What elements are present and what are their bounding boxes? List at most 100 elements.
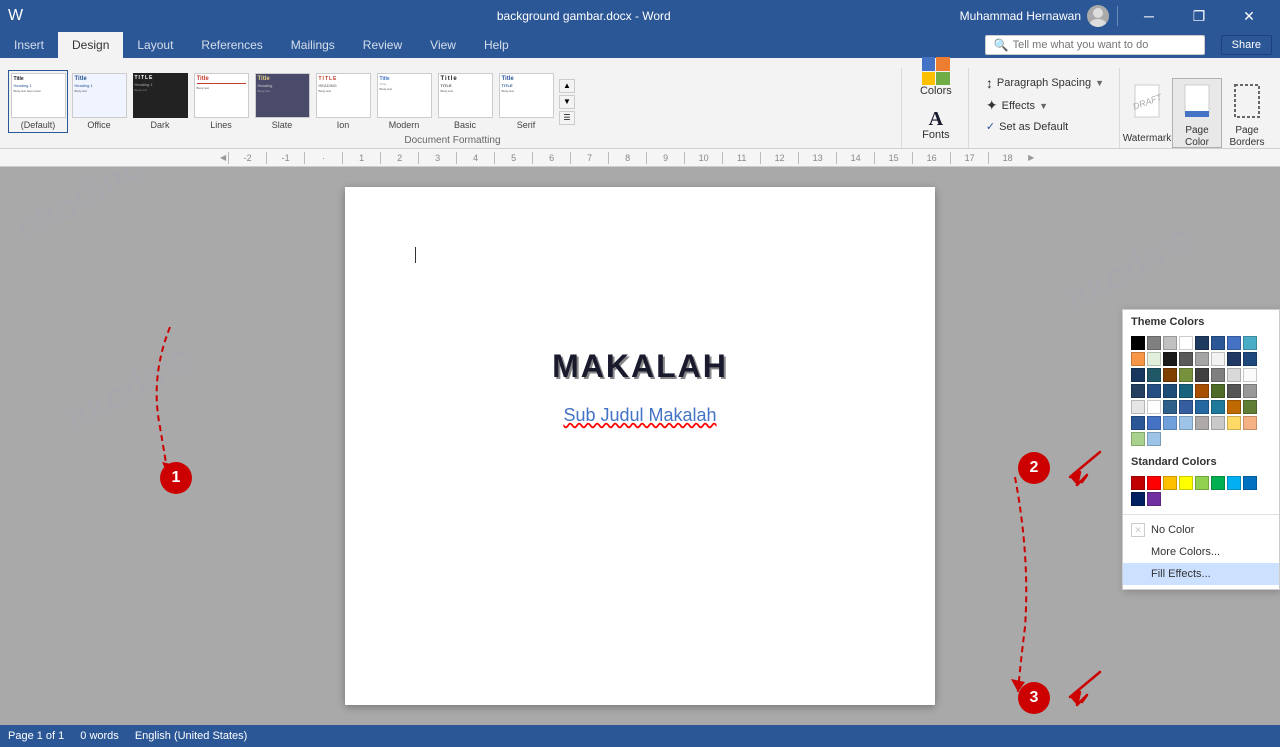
standard-color-cell-5[interactable] <box>1211 476 1225 490</box>
theme-color-cell-22[interactable] <box>1227 368 1241 382</box>
theme-color-cell-18[interactable] <box>1163 368 1177 382</box>
tab-design[interactable]: Design <box>58 32 123 58</box>
theme-item-7[interactable]: Title TITLE Body text Basic <box>435 70 495 133</box>
standard-color-cell-6[interactable] <box>1227 476 1241 490</box>
page-color-button[interactable]: Page Color <box>1172 78 1222 148</box>
tab-layout[interactable]: Layout <box>123 32 187 58</box>
search-box[interactable]: 🔍 <box>985 35 1205 55</box>
theme-item-6[interactable]: Title Tma Body text Modern <box>374 70 434 133</box>
theme-scroll-more[interactable]: ☰ <box>559 111 575 125</box>
theme-color-cell-16[interactable] <box>1131 368 1145 382</box>
colors-button[interactable]: Colors <box>912 52 960 102</box>
theme-color-cell-20[interactable] <box>1195 368 1209 382</box>
theme-color-cell-6[interactable] <box>1227 336 1241 350</box>
theme-color-cell-49[interactable] <box>1147 432 1161 446</box>
set-default-button[interactable]: ✓ Set as Default <box>979 117 1111 136</box>
theme-color-cell-13[interactable] <box>1211 352 1225 366</box>
theme-color-cell-14[interactable] <box>1227 352 1241 366</box>
effects-button[interactable]: ✦ Effects ▼ <box>979 94 1111 117</box>
theme-color-cell-25[interactable] <box>1147 384 1161 398</box>
minimize-button[interactable]: ─ <box>1126 0 1172 32</box>
theme-item-1[interactable]: Title Heading 1 Body text Office <box>69 70 129 133</box>
theme-color-cell-21[interactable] <box>1211 368 1225 382</box>
theme-color-cell-38[interactable] <box>1227 400 1241 414</box>
theme-color-cell-44[interactable] <box>1195 416 1209 430</box>
tab-references[interactable]: References <box>187 32 276 58</box>
fonts-button[interactable]: A Fonts <box>912 104 960 146</box>
theme-color-cell-15[interactable] <box>1243 352 1257 366</box>
watermark-button[interactable]: DRAFT Watermark <box>1122 78 1172 148</box>
standard-color-cell-3[interactable] <box>1179 476 1193 490</box>
theme-color-cell-5[interactable] <box>1211 336 1225 350</box>
standard-color-cell-7[interactable] <box>1243 476 1257 490</box>
theme-color-cell-40[interactable] <box>1131 416 1145 430</box>
theme-color-cell-12[interactable] <box>1195 352 1209 366</box>
search-input[interactable] <box>1013 39 1193 51</box>
theme-color-cell-32[interactable] <box>1131 400 1145 414</box>
theme-item-0[interactable]: Title Heading 1 Body text here lorem (De… <box>8 70 68 133</box>
avatar[interactable] <box>1087 5 1109 27</box>
theme-item-8[interactable]: Title TITLE Body text Serif <box>496 70 556 133</box>
theme-color-cell-27[interactable] <box>1179 384 1193 398</box>
theme-color-cell-4[interactable] <box>1195 336 1209 350</box>
theme-color-cell-7[interactable] <box>1243 336 1257 350</box>
theme-item-3[interactable]: Title Body text Lines <box>191 70 251 133</box>
page-borders-button[interactable]: Page Borders <box>1222 78 1272 148</box>
theme-color-cell-3[interactable] <box>1179 336 1193 350</box>
theme-color-cell-1[interactable] <box>1147 336 1161 350</box>
standard-color-cell-8[interactable] <box>1131 492 1145 506</box>
theme-color-cell-2[interactable] <box>1163 336 1177 350</box>
theme-color-cell-36[interactable] <box>1195 400 1209 414</box>
tab-mailings[interactable]: Mailings <box>277 32 349 58</box>
theme-color-cell-11[interactable] <box>1179 352 1193 366</box>
fill-effects-item[interactable]: Fill Effects... <box>1123 563 1279 585</box>
theme-item-2[interactable]: TITLE Heading 1 Body text Dark <box>130 70 190 133</box>
theme-color-cell-33[interactable] <box>1147 400 1161 414</box>
theme-item-4[interactable]: Title Heading Body text Slate <box>252 70 312 133</box>
theme-color-cell-34[interactable] <box>1163 400 1177 414</box>
theme-color-cell-45[interactable] <box>1211 416 1225 430</box>
theme-color-cell-30[interactable] <box>1227 384 1241 398</box>
theme-color-cell-24[interactable] <box>1131 384 1145 398</box>
standard-color-cell-1[interactable] <box>1147 476 1161 490</box>
theme-color-cell-48[interactable] <box>1131 432 1145 446</box>
tab-review[interactable]: Review <box>349 32 416 58</box>
theme-scroll-buttons[interactable]: ▲ ▼ ☰ <box>559 79 575 125</box>
no-color-item[interactable]: ✕ No Color <box>1123 519 1279 541</box>
theme-color-cell-17[interactable] <box>1147 368 1161 382</box>
standard-color-cell-4[interactable] <box>1195 476 1209 490</box>
theme-color-cell-47[interactable] <box>1243 416 1257 430</box>
theme-color-cell-23[interactable] <box>1243 368 1257 382</box>
theme-scroll-up[interactable]: ▲ <box>559 79 575 93</box>
theme-color-cell-46[interactable] <box>1227 416 1241 430</box>
tab-insert[interactable]: Insert <box>0 32 58 58</box>
document-page[interactable]: MAKALAH Sub Judul Makalah <box>345 187 935 705</box>
theme-color-cell-9[interactable] <box>1147 352 1161 366</box>
theme-color-cell-42[interactable] <box>1163 416 1177 430</box>
theme-color-cell-10[interactable] <box>1163 352 1177 366</box>
theme-color-cell-29[interactable] <box>1211 384 1225 398</box>
theme-color-cell-31[interactable] <box>1243 384 1257 398</box>
more-colors-item[interactable]: More Colors... <box>1123 541 1279 563</box>
theme-item-5[interactable]: TITLE HEADING Body text Ion <box>313 70 373 133</box>
theme-color-cell-41[interactable] <box>1147 416 1161 430</box>
theme-scroll-down[interactable]: ▼ <box>559 95 575 109</box>
theme-color-cell-8[interactable] <box>1131 352 1145 366</box>
theme-color-cell-26[interactable] <box>1163 384 1177 398</box>
paragraph-spacing-button[interactable]: ↕ Paragraph Spacing ▼ <box>979 72 1111 94</box>
standard-color-cell-2[interactable] <box>1163 476 1177 490</box>
tab-view[interactable]: View <box>416 32 470 58</box>
theme-color-cell-28[interactable] <box>1195 384 1209 398</box>
restore-button[interactable]: ❐ <box>1176 0 1222 32</box>
theme-color-cell-0[interactable] <box>1131 336 1145 350</box>
theme-color-cell-43[interactable] <box>1179 416 1193 430</box>
standard-color-cell-0[interactable] <box>1131 476 1145 490</box>
close-button[interactable]: ✕ <box>1226 0 1272 32</box>
share-button[interactable]: Share <box>1221 35 1272 55</box>
theme-color-cell-19[interactable] <box>1179 368 1193 382</box>
theme-color-cell-37[interactable] <box>1211 400 1225 414</box>
standard-color-cell-9[interactable] <box>1147 492 1161 506</box>
theme-color-cell-35[interactable] <box>1179 400 1193 414</box>
theme-color-cell-39[interactable] <box>1243 400 1257 414</box>
tab-help[interactable]: Help <box>470 32 523 58</box>
